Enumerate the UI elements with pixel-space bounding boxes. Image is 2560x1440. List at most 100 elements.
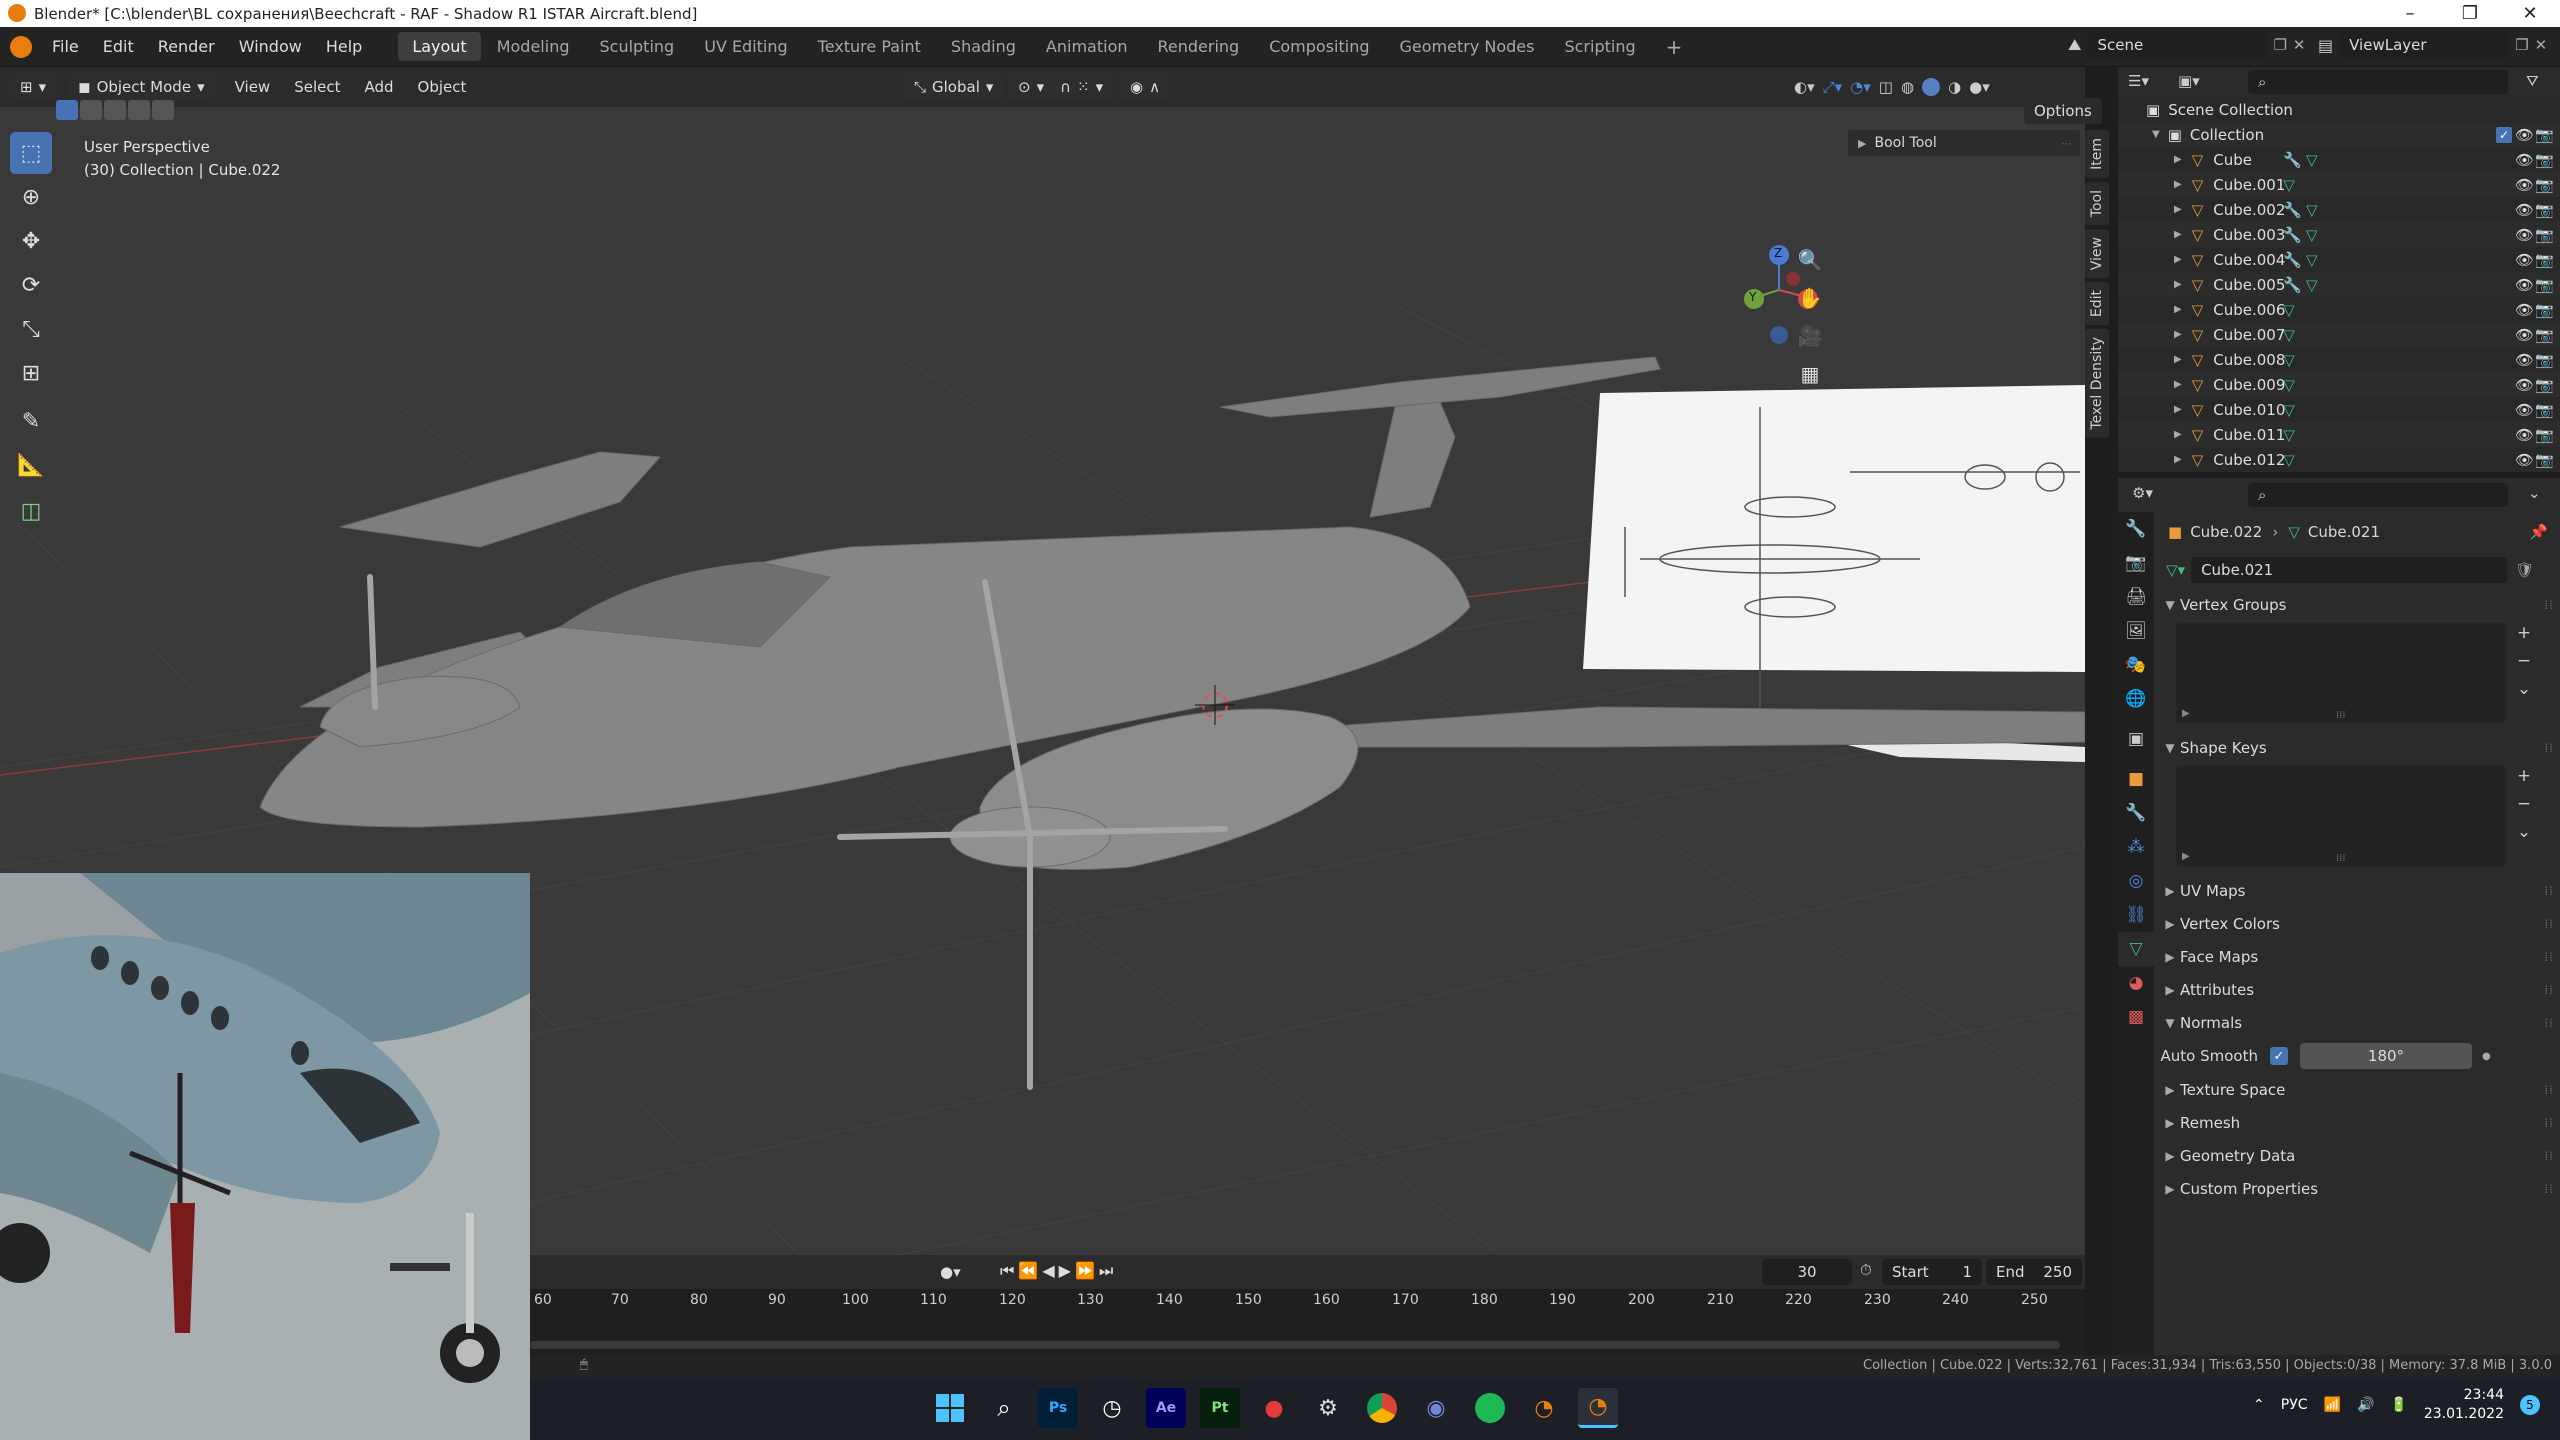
object-name[interactable]: Cube.007 xyxy=(2213,326,2285,344)
resize-grip-icon[interactable]: ⁞⁞⁞ xyxy=(2336,710,2346,721)
mesh-data-icon[interactable]: ▽ xyxy=(2283,376,2295,394)
object-name[interactable]: Cube.003 xyxy=(2213,226,2285,244)
modifier-wrench-icon[interactable]: 🔧 xyxy=(2283,151,2302,169)
object-name[interactable]: Cube.009 xyxy=(2213,376,2285,394)
drag-grip-icon[interactable]: ⁞⁞ xyxy=(2544,741,2554,755)
transform-orientation-dropdown[interactable]: ⤡ Global ▾ xyxy=(904,74,1004,100)
panel-uv-maps[interactable]: ▶ UV Maps ⁞⁞ xyxy=(2160,874,2554,907)
eye-icon[interactable]: 👁 xyxy=(2515,251,2534,269)
mesh-data-icon[interactable]: ▽ xyxy=(2306,276,2318,294)
discord-icon[interactable]: ◉ xyxy=(1416,1388,1456,1428)
auto-smooth-checkbox[interactable]: ✓ xyxy=(2270,1047,2288,1065)
object-name[interactable]: Cube.004 xyxy=(2213,251,2285,269)
tab-modeling[interactable]: Modeling xyxy=(483,32,584,61)
bool-tool-panel[interactable]: ▶ Bool Tool ⋯ xyxy=(1848,130,2080,156)
camera-view-icon[interactable]: 🎥 xyxy=(1792,318,1828,354)
scene-properties-icon[interactable]: 🎭 xyxy=(2118,648,2154,682)
search-icon[interactable]: ⌕ xyxy=(984,1388,1024,1428)
new-viewlayer-icon[interactable]: ❐ xyxy=(2515,36,2528,54)
drag-grip-icon[interactable]: ⁞⁞ xyxy=(2544,1182,2554,1196)
material-shading-icon[interactable]: ◑ xyxy=(1948,78,1961,96)
properties-search-input[interactable]: ⌕ xyxy=(2248,483,2508,507)
display-mode-icon[interactable]: ▣▾ xyxy=(2178,72,2200,90)
menu-file[interactable]: File xyxy=(40,37,91,56)
modifier-properties-icon[interactable]: 🔧 xyxy=(2118,796,2154,830)
clock[interactable]: 23:44 23.01.2022 xyxy=(2424,1386,2504,1424)
panel-face-maps[interactable]: ▶ Face Maps ⁞⁞ xyxy=(2160,940,2554,973)
tab-scripting[interactable]: Scripting xyxy=(1550,32,1649,61)
expand-icon[interactable]: ▶ xyxy=(2182,708,2190,719)
cursor-tool-icon[interactable]: ⊕ xyxy=(10,176,52,218)
add-workspace-button[interactable]: + xyxy=(1652,30,1697,64)
tab-compositing[interactable]: Compositing xyxy=(1255,32,1383,61)
select-invert-icon[interactable] xyxy=(128,100,150,120)
chevron-up-icon[interactable]: ⌃ xyxy=(2253,1397,2265,1413)
options-button[interactable]: Options xyxy=(2024,98,2102,124)
timeline[interactable]: ●▾ ⏮ ⏪ ◀ ▶ ⏩ ⏭ 30 ⏱ Start 1 End 250 60 70 … xyxy=(530,1255,2085,1355)
substance-painter-icon[interactable]: Pt xyxy=(1200,1388,1240,1428)
menu-render[interactable]: Render xyxy=(146,37,227,56)
object-name[interactable]: Cube.005 xyxy=(2213,276,2285,294)
output-properties-icon[interactable]: 🖨 xyxy=(2118,580,2154,614)
close-window-button[interactable]: ✕ xyxy=(2500,0,2560,27)
outliner[interactable]: ▣ Scene Collection ▼ ▣ Collection ✓ 👁 📷 … xyxy=(2118,97,2560,472)
minimize-button[interactable]: – xyxy=(2380,0,2440,27)
menu-window[interactable]: Window xyxy=(227,37,314,56)
panel-shape-keys[interactable]: ▼ Shape Keys ⁞⁞ xyxy=(2160,731,2554,764)
blender-taskbar-icon[interactable]: ◔ xyxy=(1524,1388,1564,1428)
chevron-right-icon[interactable]: ▶ xyxy=(2174,254,2182,265)
maximize-button[interactable]: ❐ xyxy=(2440,0,2500,27)
panel-normals[interactable]: ▼ Normals ⁞⁞ xyxy=(2160,1006,2554,1039)
camera-icon[interactable]: 📷 xyxy=(2535,401,2554,419)
eye-icon[interactable]: 👁 xyxy=(2515,376,2534,394)
eye-icon[interactable]: 👁 xyxy=(2515,276,2534,294)
tab-shading[interactable]: Shading xyxy=(937,32,1030,61)
outliner-object-row[interactable]: ▶ ▽ Cube.003 🔧 ▽ 👁 📷 xyxy=(2118,222,2560,247)
outliner-object-row[interactable]: ▶ ▽ Cube.012 ▽ 👁 📷 xyxy=(2118,447,2560,472)
blender-active-taskbar-icon[interactable]: ◔ xyxy=(1578,1388,1618,1428)
object-name[interactable]: Cube.006 xyxy=(2213,301,2285,319)
remove-shape-key-button[interactable]: − xyxy=(2512,792,2536,816)
mesh-data-icon[interactable]: ▽ xyxy=(2283,401,2295,419)
viewport-menu-select[interactable]: Select xyxy=(282,78,352,96)
eye-icon[interactable]: 👁 xyxy=(2515,126,2534,144)
mesh-data-icon[interactable]: ▽ xyxy=(2283,326,2295,344)
camera-icon[interactable]: 📷 xyxy=(2535,326,2554,344)
tab-tool[interactable]: Tool xyxy=(2085,181,2109,226)
camera-icon[interactable]: 📷 xyxy=(2535,276,2554,294)
chevron-right-icon[interactable]: ▶ xyxy=(2174,404,2182,415)
viewlayer-name-field[interactable]: ViewLayer xyxy=(2339,32,2510,58)
eye-icon[interactable]: 👁 xyxy=(2515,351,2534,369)
tab-texel-density[interactable]: Texel Density xyxy=(2085,329,2109,439)
chevron-right-icon[interactable]: ▶ xyxy=(2174,379,2182,390)
panel-texture-space[interactable]: ▶ Texture Space ⁞⁞ xyxy=(2160,1073,2554,1106)
end-frame-field[interactable]: End 250 xyxy=(1986,1259,2082,1285)
drag-grip-icon[interactable]: ⁞⁞ xyxy=(2544,598,2554,612)
move-tool-icon[interactable]: ✥ xyxy=(10,220,52,262)
pan-hand-icon[interactable]: ✋ xyxy=(1792,280,1828,316)
viewlayer-selector[interactable]: ▤ ViewLayer ❐ ✕ xyxy=(2318,32,2547,58)
gizmo-y-label[interactable]: Y xyxy=(1749,290,1756,304)
tab-sculpting[interactable]: Sculpting xyxy=(585,32,688,61)
modifier-wrench-icon[interactable]: 🔧 xyxy=(2283,226,2302,244)
tab-geometry-nodes[interactable]: Geometry Nodes xyxy=(1386,32,1549,61)
timeline-scrollbar[interactable] xyxy=(530,1341,2060,1349)
zoom-icon[interactable]: 🔍 xyxy=(1792,242,1828,278)
tool-properties-icon[interactable]: 🔧 xyxy=(2118,512,2154,546)
object-name[interactable]: Cube.008 xyxy=(2213,351,2285,369)
jump-end-icon[interactable]: ⏭ xyxy=(1099,1261,1113,1281)
outliner-object-row[interactable]: ▶ ▽ Cube.009 ▽ 👁 📷 xyxy=(2118,372,2560,397)
render-properties-icon[interactable]: 📷 xyxy=(2118,546,2154,580)
viewport-menu-object[interactable]: Object xyxy=(406,78,479,96)
view-layer-properties-icon[interactable]: 🖼 xyxy=(2118,614,2154,648)
volume-icon[interactable]: 🔊 xyxy=(2357,1397,2374,1413)
gizmo-toggle-icon[interactable]: ⤢▾ xyxy=(1823,78,1843,96)
mesh-data-icon[interactable]: ▽ xyxy=(2283,451,2295,469)
remove-scene-icon[interactable]: ✕ xyxy=(2293,36,2306,54)
record-icon[interactable]: ●▾ xyxy=(940,1263,961,1281)
add-shape-key-button[interactable]: + xyxy=(2512,764,2536,788)
steam-icon[interactable]: ⚙ xyxy=(1308,1388,1348,1428)
tab-view[interactable]: View xyxy=(2085,229,2109,279)
chevron-right-icon[interactable]: ▶ xyxy=(2174,354,2182,365)
pin-icon[interactable]: 📌 xyxy=(2529,523,2548,541)
